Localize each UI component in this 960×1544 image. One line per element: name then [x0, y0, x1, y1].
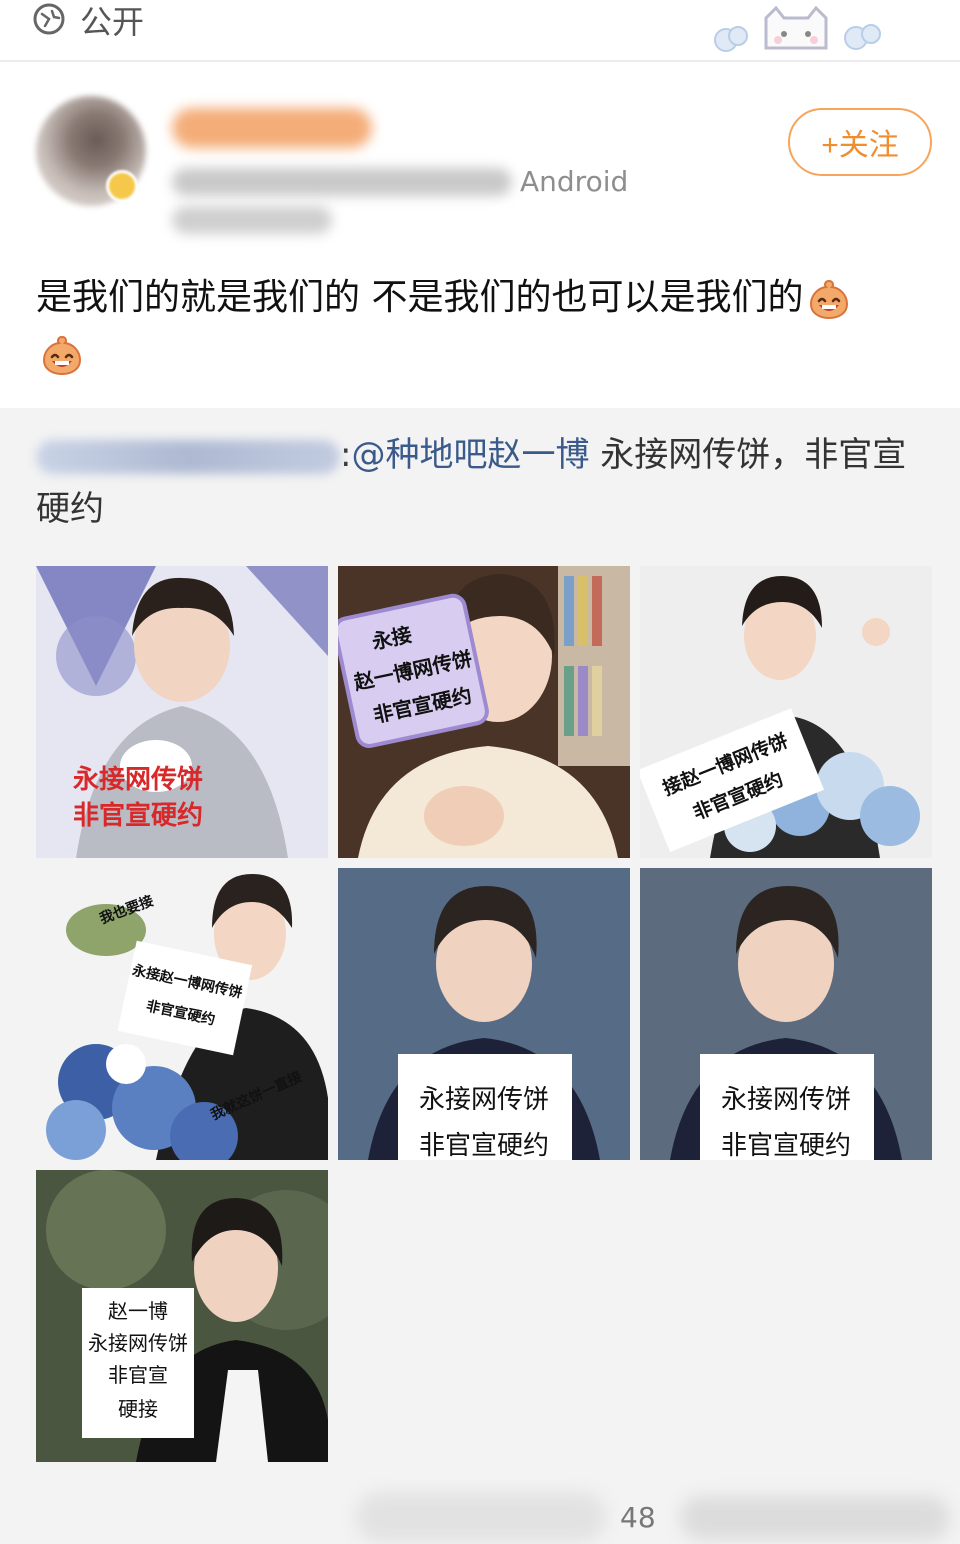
repost-image-3[interactable]: 接赵一博网传饼 非官宣硬约	[640, 566, 932, 858]
post-meta-redacted	[172, 168, 512, 196]
post-body: 是我们的就是我们的 不是我们的也可以是我们的	[36, 277, 804, 318]
repost-image-1[interactable]: 永接网传饼 非官宣硬约	[36, 566, 328, 858]
weibo-post-screen: 公开 Android +关注 是我们的就是我们的 不是我们的也可以是我们的:@…	[0, 0, 960, 1544]
action-bar-redacted	[356, 1492, 606, 1542]
repost-image-4[interactable]: 我也要接 永接赵一博网传饼 非官宣硬约 我就这饼一直接	[36, 868, 328, 1160]
image-caption: 永接网传饼	[721, 1084, 851, 1114]
follow-button[interactable]: +关注	[788, 108, 932, 176]
author-name-redacted[interactable]	[172, 108, 372, 148]
post-meta-secondary-redacted	[172, 206, 332, 234]
laughing-emoji-icon	[42, 335, 82, 376]
repost-image-2[interactable]: 永接 赵一博网传饼 非官宣硬约	[338, 566, 630, 858]
action-bar-redacted	[680, 1496, 950, 1540]
repost-author-redacted[interactable]	[36, 439, 340, 474]
image-caption: 永接网传饼	[88, 1332, 188, 1355]
repost-image-6[interactable]: 永接网传饼 非官宣硬约	[640, 868, 932, 1160]
image-caption: 永接网传饼	[73, 764, 203, 794]
comment-count[interactable]: 48	[620, 1500, 656, 1536]
laughing-emoji-icon	[810, 279, 849, 320]
image-caption: 赵一博	[108, 1300, 168, 1323]
repost-image-7[interactable]: 赵一博 永接网传饼 非官宣 硬接	[36, 1170, 328, 1462]
visibility-bar: 公开	[0, 0, 960, 60]
mention-link[interactable]: @种地吧赵一博	[351, 435, 589, 475]
image-caption: 永接网传饼	[419, 1084, 549, 1114]
image-caption: 非官宣硬约	[419, 1130, 549, 1160]
device-label: Android	[520, 165, 629, 198]
globe-icon	[33, 3, 65, 35]
image-caption: 非官宣硬约	[73, 800, 203, 830]
divider	[0, 60, 960, 62]
image-caption: 非官宣硬约	[721, 1130, 851, 1160]
repost-text: :@种地吧赵一博 永接网传饼，非官宣硬约	[36, 428, 926, 536]
cat-cloud-decoration-icon	[714, 5, 881, 52]
repost-image-5[interactable]: 永接网传饼 非官宣硬约	[338, 868, 630, 1160]
post-text: 是我们的就是我们的 不是我们的也可以是我们的	[36, 270, 926, 382]
verified-badge-icon	[106, 170, 138, 202]
follow-label: +关注	[821, 129, 899, 162]
visibility-label: 公开	[80, 3, 145, 41]
image-caption: 非官宣	[108, 1364, 168, 1387]
repost-colon: :	[340, 435, 352, 475]
image-caption: 硬接	[118, 1398, 158, 1421]
